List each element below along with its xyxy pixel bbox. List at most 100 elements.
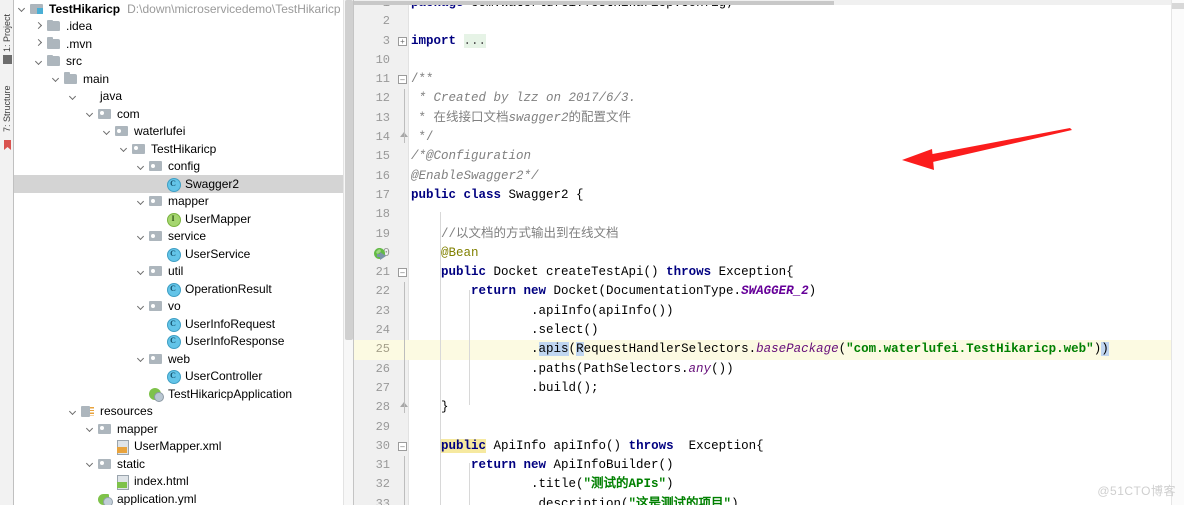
chevron-down-icon[interactable] bbox=[101, 123, 114, 140]
tool-window-button-project[interactable]: 1: Project bbox=[0, 0, 14, 52]
tree-node-resources[interactable]: resources bbox=[14, 403, 353, 421]
tree-node-util[interactable]: util bbox=[14, 263, 353, 281]
code-line[interactable]: 33 .description("这是测试的项目") bbox=[354, 495, 1184, 505]
chevron-down-icon[interactable] bbox=[67, 403, 80, 420]
tree-node-vo[interactable]: vo bbox=[14, 298, 353, 316]
code-line[interactable]: 11 /** bbox=[354, 70, 1184, 89]
tree-node-web[interactable]: web bbox=[14, 350, 353, 368]
chevron-down-icon[interactable] bbox=[135, 158, 148, 175]
tree-node-mapper[interactable]: mapper bbox=[14, 420, 353, 438]
tree-node-label: UserInfoRequest bbox=[185, 316, 276, 331]
tool-window-icon-square[interactable] bbox=[3, 55, 12, 64]
code-line[interactable]: 3 import ... bbox=[354, 32, 1184, 51]
tree-node-label: java bbox=[100, 89, 123, 104]
tree-node-application-yml[interactable]: application.yml bbox=[14, 490, 353, 505]
spring-bean-gutter-icon[interactable] bbox=[374, 247, 388, 261]
tree-node-label: util bbox=[168, 264, 184, 279]
chevron-down-icon[interactable] bbox=[50, 70, 63, 87]
tree-node-testhikaricp[interactable]: TestHikaricp D:\down\microservicedemo\Tes… bbox=[14, 0, 353, 18]
tree-node-label: src bbox=[66, 54, 82, 69]
tree-node-usercontroller[interactable]: UserController bbox=[14, 368, 353, 386]
code-line[interactable]: 30 public ApiInfo apiInfo() throws Excep… bbox=[354, 437, 1184, 456]
code-line[interactable]: 21 public Docket createTestApi() throws … bbox=[354, 263, 1184, 282]
editor-code-area[interactable]: 1 package com.waterlufei.TestHikaricp.con… bbox=[354, 0, 1184, 505]
tree-node-src[interactable]: src bbox=[14, 53, 353, 71]
tree-node-waterlufei[interactable]: waterlufei bbox=[14, 123, 353, 141]
code-line[interactable]: 12 * Created by lzz on 2017/6/3. bbox=[354, 89, 1184, 108]
editor-horizontal-scrollbar[interactable] bbox=[354, 0, 1184, 5]
code-line[interactable]: 29 bbox=[354, 418, 1184, 437]
tree-node--idea[interactable]: .idea bbox=[14, 18, 353, 36]
code-line[interactable]: 10 bbox=[354, 51, 1184, 70]
code-line[interactable]: 18 bbox=[354, 205, 1184, 224]
project-tree-scrollbar[interactable] bbox=[343, 0, 353, 505]
package-icon bbox=[148, 193, 164, 209]
code-line[interactable]: 14 */ bbox=[354, 128, 1184, 147]
tree-node-userservice[interactable]: UserService bbox=[14, 245, 353, 263]
code-line[interactable]: 23 .apiInfo(apiInfo()) bbox=[354, 302, 1184, 321]
code-fold-toggle[interactable] bbox=[398, 268, 407, 278]
tree-node-static[interactable]: static bbox=[14, 455, 353, 473]
code-line[interactable]: 2 bbox=[354, 12, 1184, 31]
code-line[interactable]: 13 * 在线接口文档swagger2的配置文件 bbox=[354, 109, 1184, 128]
chevron-down-icon[interactable] bbox=[135, 350, 148, 367]
project-tree-scroll-thumb[interactable] bbox=[345, 0, 353, 340]
tree-node-usermapper-xml[interactable]: UserMapper.xml bbox=[14, 438, 353, 456]
code-editor[interactable]: 1 package com.waterlufei.TestHikaricp.con… bbox=[354, 0, 1184, 505]
bookmark-icon[interactable] bbox=[3, 138, 12, 150]
editor-vertical-scroll-thumb[interactable] bbox=[1172, 3, 1184, 9]
editor-marker-scrollbar[interactable] bbox=[1171, 0, 1184, 505]
code-line[interactable]: 22 return new Docket(DocumentationType.S… bbox=[354, 282, 1184, 301]
tree-node-service[interactable]: service bbox=[14, 228, 353, 246]
tree-node-userinforequest[interactable]: UserInfoRequest bbox=[14, 315, 353, 333]
tree-node-swagger2[interactable]: Swagger2 bbox=[14, 175, 353, 193]
chevron-down-icon[interactable] bbox=[67, 88, 80, 105]
code-line[interactable]: 15 /*@Configuration bbox=[354, 147, 1184, 166]
tree-node-java[interactable]: java bbox=[14, 88, 353, 106]
chevron-down-icon[interactable] bbox=[135, 263, 148, 280]
tree-node-index-html[interactable]: index.html bbox=[14, 473, 353, 491]
chevron-down-icon[interactable] bbox=[118, 140, 131, 157]
chevron-right-icon[interactable] bbox=[33, 18, 46, 35]
code-fold-toggle[interactable] bbox=[398, 75, 407, 85]
chevron-down-icon[interactable] bbox=[84, 455, 97, 472]
code-line[interactable]: 20 @Bean bbox=[354, 244, 1184, 263]
code-line[interactable]: 27 .build(); bbox=[354, 379, 1184, 398]
code-line[interactable]: 19 //以文档的方式输出到在线文档 bbox=[354, 225, 1184, 244]
code-line[interactable]: 28 } bbox=[354, 398, 1184, 417]
code-line[interactable]: 25 .apis(RequestHandlerSelectors.basePac… bbox=[354, 340, 1184, 360]
tree-node-main[interactable]: main bbox=[14, 70, 353, 88]
code-line[interactable]: 17 public class Swagger2 { bbox=[354, 186, 1184, 205]
project-tree[interactable]: TestHikaricp D:\down\microservicedemo\Tes… bbox=[14, 0, 353, 505]
tree-node-testhikaricpapplication[interactable]: TestHikaricpApplication bbox=[14, 385, 353, 403]
chevron-down-icon[interactable] bbox=[135, 298, 148, 315]
code-line[interactable]: 24 .select() bbox=[354, 321, 1184, 340]
chevron-right-icon[interactable] bbox=[33, 35, 46, 52]
tool-window-button-structure[interactable]: 7: Structure bbox=[0, 66, 14, 132]
code-line[interactable]: 16 @EnableSwagger2*/ bbox=[354, 167, 1184, 186]
tree-node--mvn[interactable]: .mvn bbox=[14, 35, 353, 53]
chevron-down-icon[interactable] bbox=[84, 105, 97, 122]
editor-horizontal-scroll-thumb[interactable] bbox=[354, 1, 834, 5]
chevron-down-icon[interactable] bbox=[135, 228, 148, 245]
code-line[interactable]: 31 return new ApiInfoBuilder() bbox=[354, 456, 1184, 475]
java-interface-icon bbox=[165, 211, 181, 227]
code-fold-toggle[interactable] bbox=[398, 441, 407, 451]
tree-node-com[interactable]: com bbox=[14, 105, 353, 123]
tree-node-operationresult[interactable]: OperationResult bbox=[14, 280, 353, 298]
tree-node-config[interactable]: config bbox=[14, 158, 353, 176]
tree-node-mapper[interactable]: mapper bbox=[14, 193, 353, 211]
tree-node-usermapper[interactable]: UserMapper bbox=[14, 210, 353, 228]
code-line[interactable]: 32 .title("测试的APIs") bbox=[354, 475, 1184, 494]
chevron-down-icon[interactable] bbox=[16, 0, 29, 17]
code-fold-toggle[interactable] bbox=[398, 36, 407, 46]
chevron-down-icon[interactable] bbox=[33, 53, 46, 70]
project-tool-window[interactable]: TestHikaricp D:\down\microservicedemo\Tes… bbox=[14, 0, 354, 505]
chevron-down-icon[interactable] bbox=[135, 193, 148, 210]
code-line[interactable]: 26 .paths(PathSelectors.any()) bbox=[354, 360, 1184, 379]
chevron-down-icon[interactable] bbox=[84, 420, 97, 437]
folder-icon bbox=[46, 18, 62, 34]
tree-node-testhikaricp[interactable]: TestHikaricp bbox=[14, 140, 353, 158]
tree-node-userinforesponse[interactable]: UserInfoResponse bbox=[14, 333, 353, 351]
